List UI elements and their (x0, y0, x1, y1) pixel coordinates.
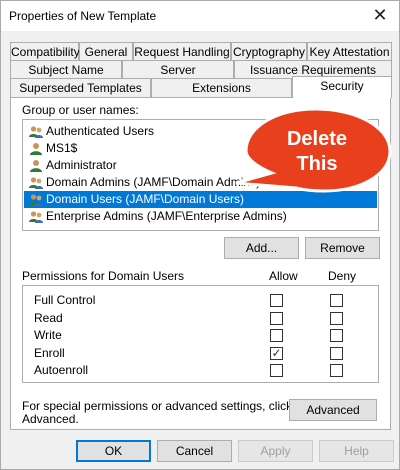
list-item-label: Authenticated Users (46, 124, 155, 138)
allow-checkbox[interactable]: ✓ (270, 345, 283, 360)
title-bar: Properties of New Template ✕ (1, 1, 399, 31)
list-item-label: Administrator (46, 158, 117, 172)
advanced-text-line2: Advanced. (22, 412, 79, 426)
list-item-label: MS1$ (46, 141, 78, 155)
callout-text: Delete This (272, 127, 362, 177)
callout-line1: Delete (286, 128, 348, 150)
deny-checkbox[interactable] (330, 311, 343, 325)
permission-name: Full Control (34, 293, 96, 307)
list-item-label: Enterprise Admins (JAMF\Enterprise Admin… (46, 209, 287, 223)
allow-checkbox[interactable] (270, 364, 283, 377)
allow-checkbox[interactable] (270, 311, 283, 325)
ok-button[interactable]: OK (76, 440, 151, 462)
deny-checkbox[interactable] (330, 346, 343, 360)
deny-header: Deny (328, 269, 357, 283)
tab-superseded-templates[interactable]: Superseded Templates (10, 78, 151, 97)
callout-line2: This (296, 153, 338, 175)
checkmark-icon: ✓ (271, 345, 282, 360)
group-icon (29, 126, 43, 138)
tab-cryptography[interactable]: Cryptography (231, 42, 307, 61)
user-icon (30, 143, 42, 155)
permission-row: Write (23, 327, 378, 344)
permission-row: Full Control (23, 292, 378, 309)
permission-row: Read (23, 310, 378, 327)
remove-button[interactable]: Remove (305, 237, 380, 259)
close-icon[interactable]: ✕ (369, 4, 391, 26)
permission-name: Write (34, 328, 62, 342)
tab-key-attestation[interactable]: Key Attestation (307, 42, 392, 61)
tab-server[interactable]: Server (122, 60, 234, 79)
deny-checkbox[interactable] (330, 294, 343, 307)
permission-row: Autoenroll (23, 362, 378, 379)
help-button[interactable]: Help (319, 440, 394, 462)
permission-name: Read (34, 310, 63, 325)
permission-name: Enroll (34, 345, 65, 360)
tab-extensions[interactable]: Extensions (151, 78, 292, 97)
tab-general[interactable]: General (79, 42, 133, 61)
window-title: Properties of New Template (9, 9, 157, 23)
tab-security[interactable]: Security (292, 76, 392, 98)
permission-name: Autoenroll (34, 363, 89, 377)
group-icon (29, 177, 43, 189)
permission-row: Enroll ✓ (23, 345, 378, 362)
tab-subject-name[interactable]: Subject Name (10, 60, 122, 79)
apply-button[interactable]: Apply (238, 440, 313, 462)
advanced-text-line1: For special permissions or advanced sett… (22, 399, 293, 413)
properties-dialog: Properties of New Template ✕ Compatibili… (0, 0, 400, 470)
deny-checkbox[interactable] (330, 329, 343, 342)
groups-label: Group or user names: (22, 103, 139, 117)
allow-checkbox[interactable] (270, 329, 283, 342)
tab-compatibility[interactable]: Compatibility (10, 42, 80, 61)
allow-checkbox[interactable] (270, 294, 283, 307)
cancel-button[interactable]: Cancel (157, 440, 232, 462)
group-icon (29, 211, 43, 223)
group-icon (29, 194, 43, 206)
user-icon (30, 160, 42, 172)
list-item[interactable]: Enterprise Admins (JAMF\Enterprise Admin… (24, 208, 377, 225)
permissions-label: Permissions for Domain Users (22, 269, 185, 283)
add-button[interactable]: Add... (224, 237, 299, 259)
advanced-button[interactable]: Advanced (289, 399, 377, 421)
list-item-label: Domain Users (JAMF\Domain Users) (46, 192, 245, 206)
allow-header: Allow (269, 269, 298, 283)
tab-request-handling[interactable]: Request Handling (133, 42, 231, 61)
permissions-table: Full Control Read Write Enroll ✓ Autoenroll (22, 285, 379, 383)
deny-checkbox[interactable] (330, 364, 343, 377)
